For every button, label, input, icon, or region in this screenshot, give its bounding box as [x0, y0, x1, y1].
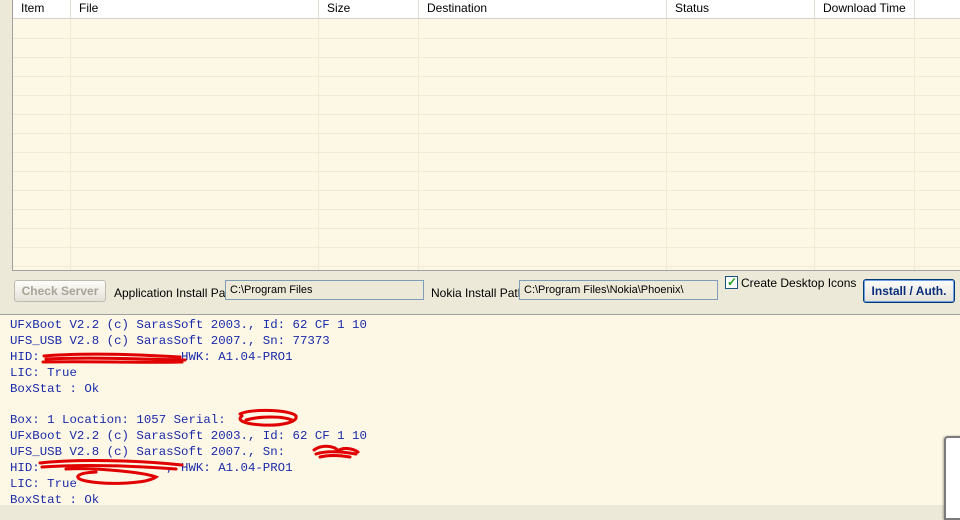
- app-install-path-field[interactable]: C:\Program Files: [225, 280, 424, 300]
- create-desktop-icons-label[interactable]: Create Desktop Icons: [741, 276, 856, 290]
- log-line: BoxStat : Ok: [10, 493, 100, 507]
- grid-line: [914, 19, 915, 270]
- empty-table-row: [13, 38, 960, 39]
- log-output[interactable]: UFxBoot V2.2 (c) SarasSoft 2003., Id: 62…: [0, 314, 960, 507]
- log-line: UFxBoot V2.2 (c) SarasSoft 2003., Id: 62…: [10, 318, 367, 332]
- empty-table-row: [13, 228, 960, 229]
- column-header-download-time[interactable]: Download Time: [815, 0, 915, 18]
- checkmark-icon: ✓: [726, 275, 738, 289]
- column-header-size[interactable]: Size: [319, 0, 419, 18]
- file-list-header: Item File Size Destination Status Downlo…: [13, 0, 960, 19]
- empty-table-row: [13, 57, 960, 58]
- file-list-body: [13, 19, 960, 270]
- app-install-path-label: Application Install Path: [114, 286, 236, 300]
- empty-table-row: [13, 171, 960, 172]
- log-line: BoxStat : Ok: [10, 382, 100, 396]
- log-line: UFS_USB V2.8 (c) SarasSoft 2007., Sn: 77…: [10, 334, 330, 348]
- column-header-item[interactable]: Item: [13, 0, 71, 18]
- check-server-button[interactable]: Check Server: [14, 280, 106, 302]
- log-line: Box: 1 Location: 1057 Serial:: [10, 413, 226, 427]
- nokia-install-path-label: Nokia Install Path: [431, 286, 525, 300]
- empty-table-row: [13, 133, 960, 134]
- column-header-file[interactable]: File: [71, 0, 319, 18]
- empty-table-row: [13, 152, 960, 153]
- grid-line: [666, 19, 667, 270]
- log-line: LIC: True: [10, 366, 77, 380]
- redaction-scribble: [41, 352, 187, 364]
- empty-table-row: [13, 209, 960, 210]
- nokia-install-path-field[interactable]: C:\Program Files\Nokia\Phoenix\: [519, 280, 718, 300]
- empty-table-row: [13, 76, 960, 77]
- grid-line: [70, 19, 71, 270]
- column-header-status[interactable]: Status: [667, 0, 815, 18]
- empty-table-row: [13, 266, 960, 267]
- empty-table-row: [13, 95, 960, 96]
- column-header-destination[interactable]: Destination: [419, 0, 667, 18]
- redaction-scribble: [312, 444, 360, 459]
- grid-line: [318, 19, 319, 270]
- empty-table-row: [13, 190, 960, 191]
- grid-line: [814, 19, 815, 270]
- overlapping-window[interactable]: [944, 436, 960, 520]
- grid-line: [418, 19, 419, 270]
- file-list[interactable]: Item File Size Destination Status Downlo…: [12, 0, 960, 271]
- install-auth-button[interactable]: Install / Auth.: [863, 279, 955, 303]
- create-desktop-icons-checkbox[interactable]: ✓: [725, 275, 738, 289]
- redaction-scribble: [38, 459, 184, 485]
- empty-table-row: [13, 114, 960, 115]
- empty-table-row: [13, 247, 960, 248]
- redaction-scribble: [238, 408, 298, 427]
